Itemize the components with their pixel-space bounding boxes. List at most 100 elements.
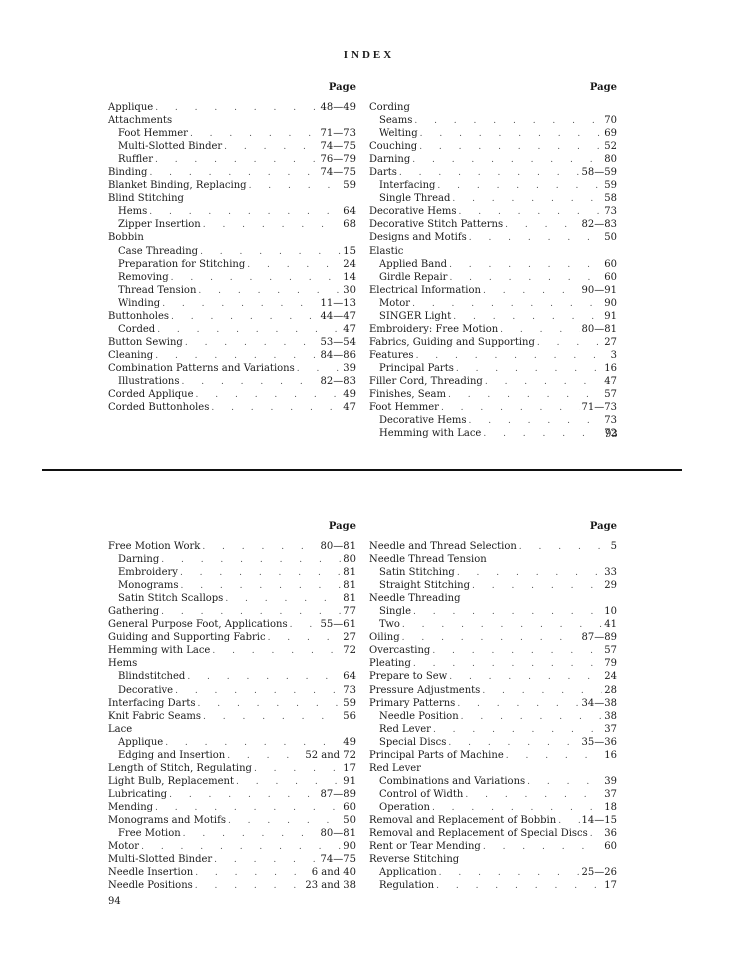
leader-dots — [155, 154, 319, 167]
index-entry-page: 80—81 — [581, 323, 617, 335]
index-entry: Darning 80 — [108, 553, 356, 566]
leader-dots — [432, 802, 602, 815]
index-entry-page: 16 — [604, 749, 617, 761]
index-entry: Overcasting 57 — [369, 644, 617, 657]
index-entry: Fabrics, Guiding and Supporting 27 — [369, 336, 617, 349]
index-entry-label: Pressure Adjustments — [369, 684, 481, 696]
leader-dots — [249, 180, 342, 193]
leader-dots — [465, 789, 602, 802]
index-entry-page: 82—83 — [320, 375, 356, 387]
index-entry: Application 25—26 — [369, 866, 617, 879]
index-entry: Regulation 17 — [369, 879, 617, 892]
index-entry-label: Welting — [379, 128, 418, 140]
index-entry: Lace — [108, 723, 356, 736]
index-entry: Principal Parts 16 — [369, 362, 617, 375]
index-entry-label: Guiding and Supporting Fabric — [108, 632, 266, 644]
leader-dots — [169, 789, 318, 802]
index-entry-page: 24 — [604, 671, 617, 683]
index-entry-label: Removal and Replacement of Bobbin — [369, 814, 557, 826]
index-entry-label: Mending — [108, 801, 154, 813]
index-entry-page: 28 — [604, 684, 617, 696]
index-entry: Monograms 81 — [108, 579, 356, 592]
index-entry-page: 16 — [604, 362, 617, 374]
index-entry-label: Primary Patterns — [369, 697, 456, 709]
index-entry-page: 47 — [343, 323, 356, 335]
leader-dots — [449, 272, 602, 285]
leader-dots — [436, 880, 602, 893]
leader-dots — [165, 737, 341, 750]
index-entry-page: 17 — [604, 880, 617, 892]
index-entry-page: 74—75 — [320, 141, 356, 153]
index-entry-page: 60 — [604, 841, 617, 853]
index-entry-label: Control of Width — [379, 788, 464, 800]
index-entry: Electrical Information 90—91 — [369, 284, 617, 297]
index-entry-page: 57 — [604, 389, 617, 401]
leader-dots — [157, 324, 341, 337]
leader-dots — [527, 776, 602, 789]
index-entry: Needle Threading — [369, 592, 617, 605]
leader-dots — [182, 376, 319, 389]
index-entry: Single Thread 58 — [369, 192, 617, 205]
index-entry-label: Buttonholes — [108, 310, 169, 322]
index-entry-label: Length of Stitch, Regulating — [108, 762, 252, 774]
index-entry-page: 27 — [343, 632, 356, 644]
index-entry: Special Discs 35—36 — [369, 736, 617, 749]
leader-dots — [483, 841, 602, 854]
index-entry-page: 82—83 — [581, 219, 617, 231]
index-entry: Decorative Hems 73 — [369, 414, 617, 427]
leader-dots — [519, 541, 609, 554]
index-entry-page: 49 — [343, 736, 356, 748]
leader-dots — [448, 389, 602, 402]
index-entry-label: Needle Thread Tension — [369, 554, 487, 566]
index-entry: Reverse Stitching — [369, 853, 617, 866]
index-entry-label: Principal Parts — [379, 362, 454, 374]
index-entry: Blindstitched 64 — [108, 670, 356, 683]
index-entry-page: 90 — [343, 841, 356, 853]
index-entry-page: 50 — [604, 232, 617, 244]
index-entry-label: Blanket Binding, Replacing — [108, 180, 247, 192]
index-entry: Motor 90 — [108, 840, 356, 853]
leader-dots — [183, 828, 319, 841]
index-entry: Finishes, Seam 57 — [369, 388, 617, 401]
index-entry: General Purpose Foot, Applications 55—61 — [108, 618, 356, 631]
index-entry-label: Straight Stitching — [379, 580, 471, 592]
index-entry-page: 73 — [604, 415, 617, 427]
index-entry-label: Edging and Insertion — [118, 749, 226, 761]
index-entry-page: 14—15 — [581, 814, 617, 826]
index-entry-page: 64 — [343, 206, 356, 218]
index-entry: Needle Thread Tension — [369, 553, 617, 566]
index-entry-page: 91 — [604, 310, 617, 322]
leader-dots — [254, 763, 341, 776]
leader-dots — [175, 685, 341, 698]
index-entry-label: Blindstitched — [118, 671, 186, 683]
index-entry-label: Hems — [108, 658, 138, 670]
index-entry-label: Foot Hemmer — [118, 128, 188, 140]
index-entry: Needle and Thread Selection 5 — [369, 540, 617, 553]
index-entry-page: 84—86 — [320, 349, 356, 361]
index-entry: Applique 49 — [108, 736, 356, 749]
index-entry-label: Cleaning — [108, 349, 154, 361]
leader-dots — [180, 567, 341, 580]
index-entry: Designs and Motifs 50 — [369, 231, 617, 244]
index-entry-page: 79 — [604, 658, 617, 670]
index-entry-page: 60 — [604, 258, 617, 270]
index-entry-label: Filler Cord, Threading — [369, 375, 483, 387]
leader-dots — [505, 219, 579, 232]
leader-dots — [459, 206, 603, 219]
index-title: INDEX — [343, 49, 395, 61]
index-entry-page: 59 — [343, 180, 356, 192]
index-entry: Principal Parts of Machine 16 — [369, 749, 617, 762]
index-entry-label: Lubricating — [108, 788, 168, 800]
leader-dots — [482, 685, 602, 698]
leader-dots — [196, 389, 342, 402]
leader-dots — [236, 776, 341, 789]
index-entry-label: Cording — [369, 102, 410, 113]
index-entry: Decorative Hems 73 — [369, 205, 617, 218]
index-entry-label: Interfacing — [379, 180, 436, 192]
index-entry-label: Seams — [379, 115, 413, 127]
index-entry: Pressure Adjustments 28 — [369, 684, 617, 697]
index-entry: Knit Fabric Seams 56 — [108, 710, 356, 723]
index-entry-page: 30 — [343, 284, 356, 296]
index-entry-label: Needle and Thread Selection — [369, 541, 517, 552]
index-entry-page: 72 — [343, 645, 356, 657]
